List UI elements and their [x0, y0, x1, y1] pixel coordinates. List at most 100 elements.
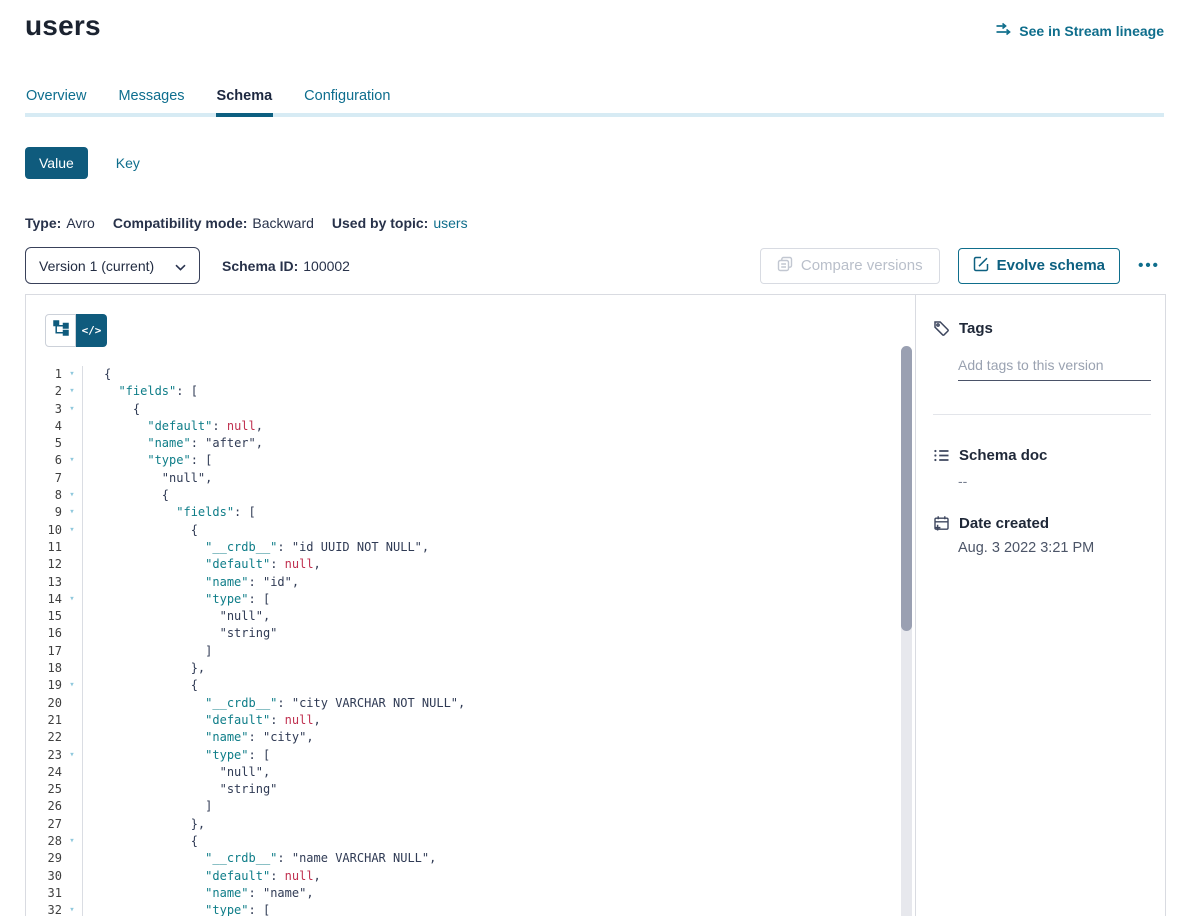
- code-lines: 1▾{2▾ "fields": [3▾ {4 "default": null,5…: [26, 366, 915, 916]
- compare-versions-label: Compare versions: [801, 257, 923, 274]
- fold-spacer: [62, 885, 82, 902]
- value-key-toggle: Value Key: [25, 147, 1164, 179]
- code-text: {: [82, 677, 915, 694]
- code-text: "type": [: [82, 902, 915, 916]
- code-scrollbar-track[interactable]: [901, 346, 912, 916]
- line-number: 26: [26, 798, 62, 815]
- schema-id: Schema ID:100002: [222, 258, 350, 274]
- meta-type-label: Type:: [25, 215, 61, 231]
- add-tags-input[interactable]: [958, 357, 1151, 381]
- code-line: 31 "name": "name",: [26, 885, 915, 902]
- tree-view-button[interactable]: [45, 314, 76, 347]
- code-text: "fields": [: [82, 383, 915, 400]
- code-text: "null",: [82, 764, 915, 781]
- fold-spacer: [62, 850, 82, 867]
- fold-toggle-icon[interactable]: ▾: [62, 366, 82, 383]
- fold-toggle-icon[interactable]: ▾: [62, 401, 82, 418]
- line-number: 8: [26, 487, 62, 504]
- code-text: "default": null,: [82, 868, 915, 885]
- line-number: 17: [26, 643, 62, 660]
- date-created-value: Aug. 3 2022 3:21 PM: [958, 540, 1151, 556]
- evolve-schema-label: Evolve schema: [997, 257, 1105, 274]
- code-line: 14▾ "type": [: [26, 591, 915, 608]
- lineage-link-label: See in Stream lineage: [1019, 23, 1164, 39]
- code-line: 18 },: [26, 660, 915, 677]
- fold-toggle-icon[interactable]: ▾: [62, 833, 82, 850]
- code-line: 24 "null",: [26, 764, 915, 781]
- fold-toggle-icon[interactable]: ▾: [62, 522, 82, 539]
- fold-toggle-icon[interactable]: ▾: [62, 591, 82, 608]
- see-in-stream-lineage-link[interactable]: See in Stream lineage: [995, 22, 1164, 39]
- line-number: 25: [26, 781, 62, 798]
- code-line: 30 "default": null,: [26, 868, 915, 885]
- tab-overview[interactable]: Overview: [25, 88, 87, 117]
- tags-section: Tags: [933, 320, 1151, 381]
- version-select[interactable]: Version 1 (current): [25, 247, 200, 284]
- code-line: 5 "name": "after",: [26, 435, 915, 452]
- fold-spacer: [62, 729, 82, 746]
- line-number: 21: [26, 712, 62, 729]
- fold-toggle-icon[interactable]: ▾: [62, 747, 82, 764]
- list-icon: [933, 447, 950, 464]
- schema-doc-header: Schema doc: [933, 447, 1151, 464]
- compare-versions-button[interactable]: Compare versions: [760, 248, 940, 284]
- code-line: 1▾{: [26, 366, 915, 383]
- code-line: 26 ]: [26, 798, 915, 815]
- fold-toggle-icon[interactable]: ▾: [62, 487, 82, 504]
- line-number: 32: [26, 902, 62, 916]
- evolve-schema-button[interactable]: Evolve schema: [958, 248, 1120, 284]
- line-number: 15: [26, 608, 62, 625]
- value-button[interactable]: Value: [25, 147, 88, 179]
- code-text: "type": [: [82, 747, 915, 764]
- code-text: "name": "name",: [82, 885, 915, 902]
- compare-versions-icon: [777, 256, 793, 276]
- code-line: 3▾ {: [26, 401, 915, 418]
- schema-doc-section: Schema doc --: [933, 447, 1151, 489]
- line-number: 6: [26, 452, 62, 469]
- more-options-button[interactable]: •••: [1134, 257, 1164, 274]
- code-line: 15 "null",: [26, 608, 915, 625]
- line-number: 9: [26, 504, 62, 521]
- fold-toggle-icon[interactable]: ▾: [62, 452, 82, 469]
- code-scrollbar-thumb[interactable]: [901, 346, 912, 631]
- fold-toggle-icon[interactable]: ▾: [62, 383, 82, 400]
- code-line: 2▾ "fields": [: [26, 383, 915, 400]
- code-line: 25 "string": [26, 781, 915, 798]
- meta-type-value: Avro: [66, 215, 95, 231]
- tags-title: Tags: [959, 320, 993, 337]
- topic-link[interactable]: users: [433, 215, 467, 231]
- code-text: "name": "id",: [82, 574, 915, 591]
- schema-id-label: Schema ID:: [222, 258, 298, 274]
- date-created-title: Date created: [959, 515, 1049, 532]
- version-select-value: Version 1 (current): [39, 258, 154, 274]
- tab-schema[interactable]: Schema: [216, 88, 274, 117]
- code-text: "null",: [82, 470, 915, 487]
- line-number: 11: [26, 539, 62, 556]
- chevron-down-icon: [175, 258, 186, 274]
- line-number: 22: [26, 729, 62, 746]
- date-created-section: Date created Aug. 3 2022 3:21 PM: [933, 515, 1151, 556]
- code-text: "default": null,: [82, 418, 915, 435]
- code-text: "string": [82, 781, 915, 798]
- tab-messages[interactable]: Messages: [117, 88, 185, 117]
- line-number: 29: [26, 850, 62, 867]
- tree-view-icon: [53, 320, 69, 341]
- code-line: 7 "null",: [26, 470, 915, 487]
- fold-spacer: [62, 868, 82, 885]
- fold-toggle-icon[interactable]: ▾: [62, 902, 82, 916]
- fold-spacer: [62, 695, 82, 712]
- meta-type: Type: Avro: [25, 215, 95, 231]
- fold-toggle-icon[interactable]: ▾: [62, 504, 82, 521]
- line-number: 1: [26, 366, 62, 383]
- key-button[interactable]: Key: [116, 155, 140, 171]
- code-line: 10▾ {: [26, 522, 915, 539]
- code-text: "fields": [: [82, 504, 915, 521]
- tab-configuration[interactable]: Configuration: [303, 88, 391, 117]
- fold-toggle-icon[interactable]: ▾: [62, 677, 82, 694]
- stream-lineage-icon: [995, 22, 1012, 39]
- code-view-button[interactable]: </>: [76, 314, 107, 347]
- schema-info-sidebar: Tags Schema doc: [915, 295, 1165, 916]
- fold-spacer: [62, 608, 82, 625]
- fold-spacer: [62, 625, 82, 642]
- code-line: 21 "default": null,: [26, 712, 915, 729]
